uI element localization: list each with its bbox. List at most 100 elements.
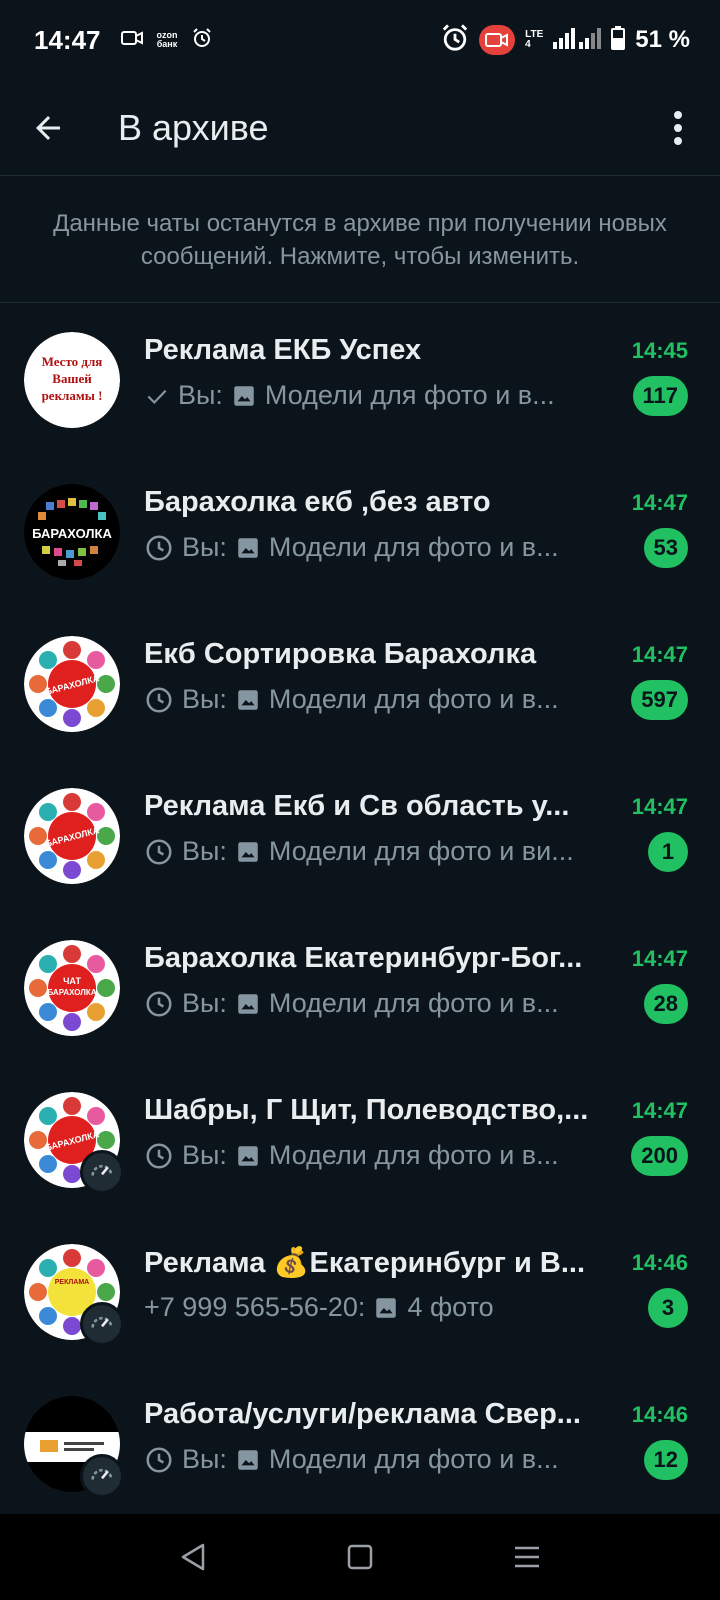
unread-badge: 200 (631, 1136, 688, 1176)
nav-home-icon (347, 1544, 373, 1570)
page-title: В архиве (118, 106, 269, 148)
chat-list: Место для Вашей рекламы ! Реклама ЕКБ Ус… (0, 304, 720, 1520)
unread-badge: 1 (648, 832, 688, 872)
ozon-line2: банк (156, 39, 178, 49)
image-icon (235, 1447, 261, 1473)
chat-time: 14:47 (631, 642, 688, 667)
chat-row[interactable]: БАРАХОЛКА Шабры, Г Щит, Полеводство,... … (0, 1064, 720, 1216)
image-icon (235, 839, 261, 865)
chat-preview: Вы: Модели для фото и в... (144, 380, 610, 411)
ozon-bank-icon: ozon банк (157, 31, 178, 49)
chat-name: Реклама Екб и Св область у... (144, 790, 570, 822)
community-badge (80, 1150, 124, 1194)
avatar-text-line: Место для (42, 354, 103, 369)
chat-name: Работа/услуги/реклама Свер... (144, 1398, 581, 1430)
screen-record-icon (479, 25, 516, 55)
chat-row[interactable]: ЧАТ БАРАХОЛКА Барахолка Екатеринбург-Бог… (0, 912, 720, 1064)
chat-row[interactable]: Место для Вашей рекламы ! Реклама ЕКБ Ус… (0, 304, 720, 456)
archive-info-text: Данные чаты останутся в архиве при получ… (53, 209, 667, 270)
battery-percent: 51 % (635, 26, 690, 53)
unread-badge: 117 (632, 376, 688, 416)
status-left-icons: ozon банк (120, 27, 212, 53)
image-icon (235, 687, 261, 713)
app-bar: В архиве (0, 80, 720, 176)
chat-row[interactable]: БАРАХОЛКА Реклама Екб и Св область у... … (0, 760, 720, 912)
avatar[interactable]: БАРАХОЛКА (24, 636, 120, 732)
archive-settings-info[interactable]: Данные чаты останутся в архиве при получ… (0, 177, 720, 303)
chat-name: Шабры, Г Щит, Полеводство,... (144, 1094, 589, 1126)
preview-sender: Вы: (178, 380, 223, 410)
unread-badge: 12 (643, 1440, 688, 1480)
clock-icon (144, 837, 174, 867)
chat-row[interactable]: Работа/услуги/реклама Свер... 14:46 Вы: … (0, 1368, 720, 1520)
nav-back-button[interactable] (163, 1527, 223, 1587)
lte-sub-label: 4 (525, 39, 531, 50)
chat-name: Реклама ЕКБ Успех (144, 334, 422, 366)
clock-icon (144, 1445, 174, 1475)
chat-row[interactable]: БАРАХОЛКА Барахолка екб ,без авто 14:47 … (0, 456, 720, 608)
nav-home-button[interactable] (330, 1527, 390, 1587)
image-icon (235, 1143, 261, 1169)
clock-icon (144, 533, 174, 563)
avatar[interactable]: Место для Вашей рекламы ! (24, 332, 120, 428)
chat-time: 14:45 (631, 338, 688, 363)
chat-time: 14:47 (631, 490, 688, 515)
chat-time: 14:46 (631, 1250, 688, 1275)
avatar-text-line: БАРАХОЛКА (47, 988, 96, 997)
preview-text: Модели для фото и ви... (268, 836, 574, 866)
chat-preview: Вы: Модели для фото и ви... (144, 836, 610, 867)
alarm-icon (441, 23, 469, 57)
preview-sender: Вы: (182, 684, 227, 714)
video-camera-icon (120, 30, 143, 51)
avatar-text-line: РЕКЛАМА (55, 1279, 89, 1286)
alarm-icon (192, 27, 212, 53)
avatar-text-line: ЧАТ (63, 976, 81, 986)
chat-row[interactable]: БАРАХОЛКА Екб Сортировка Барахолка 14:47… (0, 608, 720, 760)
clock-icon (144, 685, 174, 715)
preview-text: Модели для фото и в... (268, 684, 559, 714)
image-icon (235, 991, 261, 1017)
unread-badge: 53 (643, 528, 688, 568)
preview-sender: Вы: (182, 1444, 227, 1474)
status-right-icons: LTE 4 51 % (441, 23, 690, 57)
preview-text: Модели для фото и в... (268, 1444, 559, 1474)
community-badge (80, 1454, 124, 1498)
back-arrow-icon (36, 115, 60, 140)
chat-preview: +7 999 565-56-20: 4 фото (144, 1292, 610, 1323)
chat-preview: Вы: Модели для фото и в... (144, 532, 610, 563)
nav-back-icon (182, 1543, 205, 1571)
clock-icon (144, 1141, 174, 1171)
image-icon (231, 383, 257, 409)
avatar-text-line: Вашей (52, 371, 92, 386)
avatar[interactable]: БАРАХОЛКА (24, 788, 120, 884)
lte-indicator: LTE 4 (525, 30, 543, 50)
avatar-text-line: БАРАХОЛКА (32, 526, 112, 541)
unread-badge: 597 (631, 680, 688, 720)
community-badge (80, 1302, 124, 1346)
more-options-button[interactable] (658, 102, 698, 154)
chat-row[interactable]: РЕКЛАМА Реклама 💰Екатеринбург и В... 14:… (0, 1216, 720, 1368)
preview-text: Модели для фото и в... (268, 532, 559, 562)
preview-sender: Вы: (182, 988, 227, 1018)
avatar[interactable]: ЧАТ БАРАХОЛКА (24, 940, 120, 1036)
chat-time: 14:46 (631, 1402, 688, 1427)
chat-time: 14:47 (631, 946, 688, 971)
gauge-icon (91, 1316, 113, 1328)
signal-icon (553, 27, 602, 54)
chat-preview: Вы: Модели для фото и в... (144, 1140, 610, 1171)
back-button[interactable] (22, 102, 74, 154)
status-time: 14:47 (34, 24, 101, 55)
preview-text: Модели для фото и в... (264, 380, 555, 410)
preview-sender: Вы: (182, 836, 227, 866)
image-icon (235, 535, 261, 561)
chat-name: Барахолка екб ,без авто (144, 486, 491, 518)
avatar[interactable]: БАРАХОЛКА (24, 484, 120, 580)
avatar-text-line: рекламы ! (42, 388, 103, 403)
chat-name: Екб Сортировка Барахолка (144, 638, 537, 670)
unread-badge: 28 (643, 984, 688, 1024)
nav-recents-button[interactable] (497, 1527, 557, 1587)
more-vert-icon (674, 110, 682, 145)
nav-recents-icon (514, 1546, 539, 1568)
preview-sender: +7 999 565-56-20: (144, 1292, 366, 1322)
gauge-icon (91, 1164, 113, 1176)
